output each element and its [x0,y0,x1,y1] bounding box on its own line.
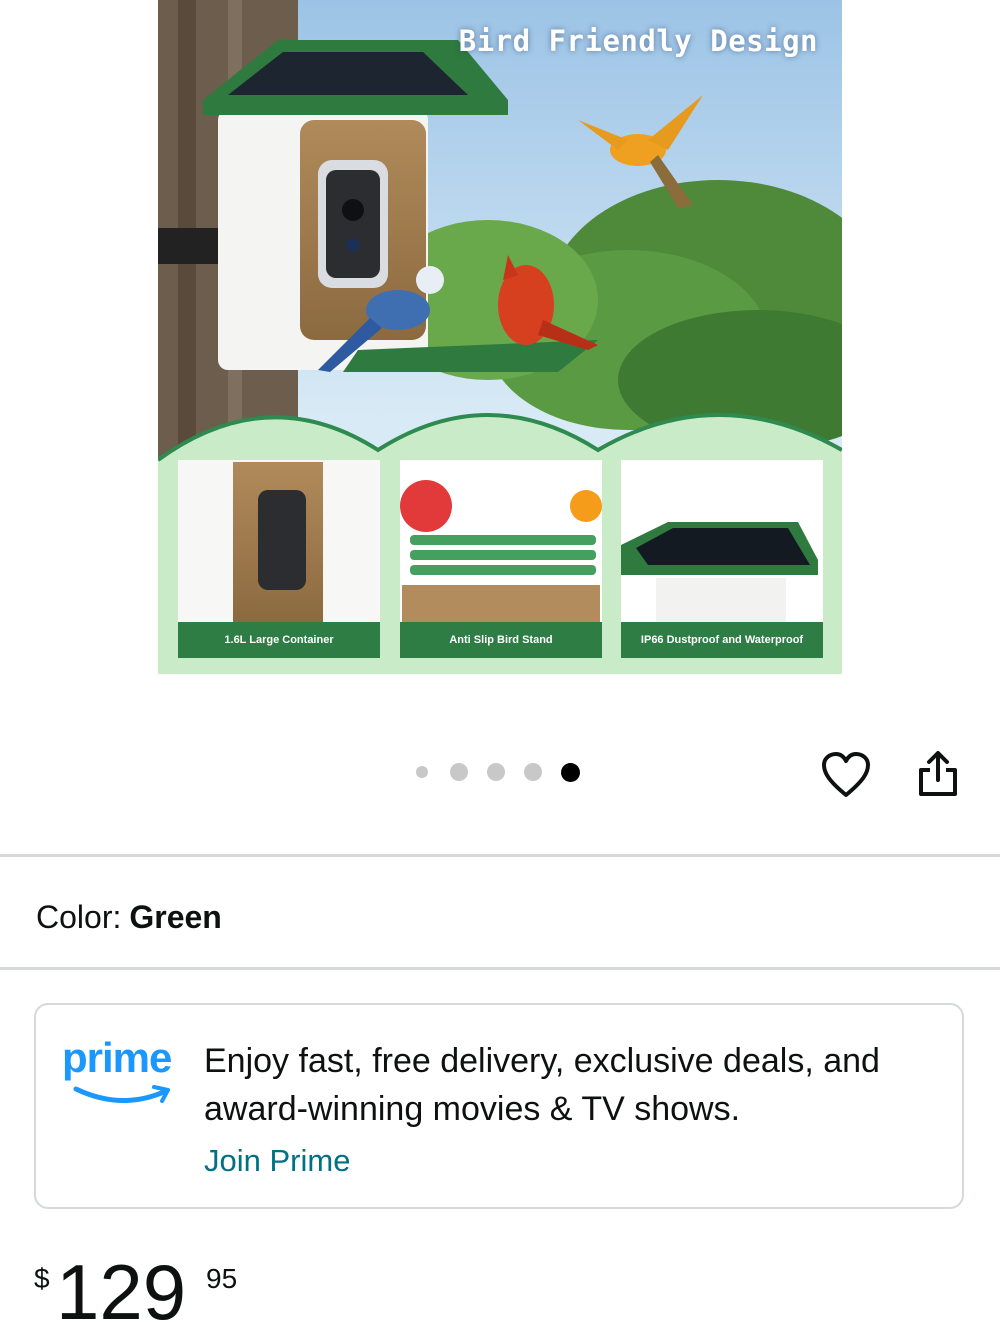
color-label: Color: [36,899,122,935]
share-button[interactable] [912,748,964,800]
product-image[interactable]: Bird Friendly Design 1.6L Large Containe… [158,0,842,674]
product-photo [158,0,842,674]
join-prime-link[interactable]: Join Prime [204,1143,350,1179]
divider [0,967,1000,970]
color-value: Green [129,899,222,935]
prime-logo-text: prime [62,1034,172,1081]
favorite-button[interactable] [818,748,874,802]
prime-logo: prime [62,1035,188,1113]
heart-icon [822,752,870,797]
caption-anti-slip-stand: Anti Slip Bird Stand [400,622,602,658]
price-fraction: 95 [206,1263,238,1294]
color-variant: Color: Green [36,897,222,937]
caption-large-container: 1.6L Large Container [178,622,380,658]
carousel-dot-1[interactable] [416,766,428,778]
divider [0,854,1000,857]
prime-message: Enjoy fast, free delivery, exclusive dea… [204,1042,880,1128]
price-currency-symbol: $ [34,1263,50,1294]
prime-smile-icon [73,1085,170,1103]
carousel-indicator[interactable] [416,760,580,784]
share-icon [919,751,957,796]
price-whole: 129 [56,1248,187,1336]
carousel-dot-4[interactable] [524,763,542,781]
image-title: Bird Friendly Design [458,24,818,58]
carousel-dot-3[interactable] [487,763,505,781]
prime-promo-card[interactable]: prime Enjoy fast, free delivery, exclusi… [34,1003,964,1209]
carousel-dot-2[interactable] [450,763,468,781]
carousel-dot-5-active[interactable] [561,762,580,782]
caption-dustproof-waterproof: IP66 Dustproof and Waterproof [621,622,823,658]
